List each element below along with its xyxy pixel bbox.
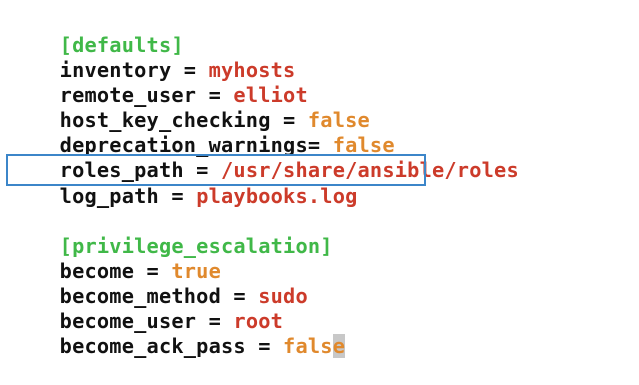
config-line-become-method: become_method = sudo [10, 257, 308, 308]
highlight-box [6, 154, 426, 186]
config-value: playbooks.log [196, 184, 358, 208]
config-key: log_path [59, 184, 159, 208]
text-cursor[interactable]: e [332, 334, 346, 358]
config-line-become-user: become_user = root [10, 282, 283, 333]
config-key: become_ack_pass [59, 334, 246, 358]
config-line-deprecation-warnings: deprecation_warnings= false [10, 106, 395, 157]
assignment-operator: = [158, 184, 197, 208]
text-editor[interactable]: [defaults] inventory = myhosts remote_us… [0, 0, 639, 358]
section-header-privilege-escalation: [privilege_escalation] [10, 207, 333, 258]
config-line-become: become = true [10, 232, 221, 283]
config-line-remote-user: remote_user = elliot [10, 56, 308, 107]
config-value: fals [283, 334, 333, 358]
config-line-become-ask-pass: become_ack_pass = false [10, 307, 346, 358]
section-header-defaults: [defaults] [10, 6, 184, 57]
config-line-host-key-checking: host_key_checking = false [10, 81, 370, 132]
config-line-inventory: inventory = myhosts [10, 31, 296, 82]
assignment-operator: = [245, 334, 284, 358]
